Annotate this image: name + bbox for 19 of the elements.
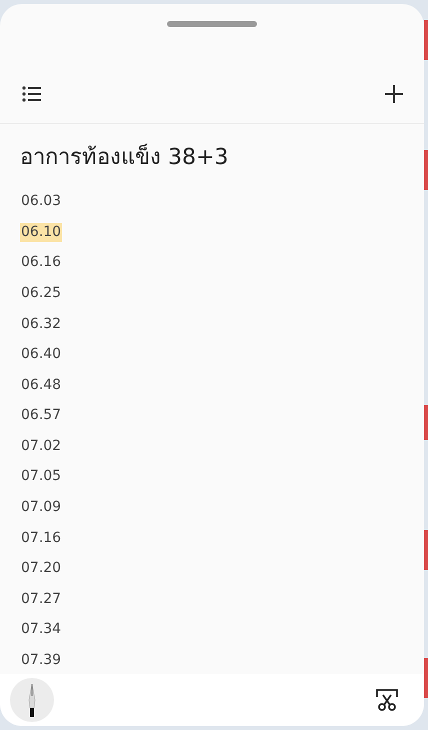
time-text: 06.57 [20,406,62,426]
note-title: อาการท้องแข็ง 38+3 [20,144,230,172]
time-text: 06.48 [20,376,62,395]
time-text: 06.32 [20,314,62,334]
time-text: 07.34 [20,620,62,640]
time-text: 07.16 [20,528,62,548]
time-text: 07.02 [20,436,62,456]
time-text: 07.27 [20,590,62,609]
drag-handle[interactable] [167,21,257,27]
time-text: 06.03 [20,192,62,212]
highlighted-time-text: 06.10 [20,222,62,242]
time-text: 07.39 [20,651,62,670]
time-text: 06.25 [20,284,62,303]
time-text: 07.05 [20,467,62,486]
time-text: 07.09 [20,498,62,518]
time-text: 06.16 [20,253,62,272]
time-text: 06.40 [20,345,62,364]
time-text: 07.20 [20,559,62,578]
pen-button[interactable] [10,678,54,722]
